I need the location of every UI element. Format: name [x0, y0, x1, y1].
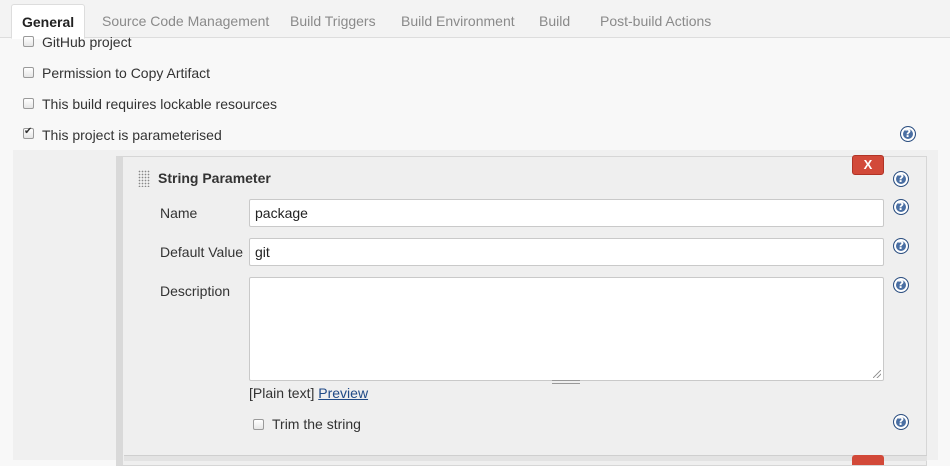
permission-copy-artifact-label: Permission to Copy Artifact — [42, 65, 211, 81]
lockable-resources-label: This build requires lockable resources — [42, 96, 277, 112]
tab-build-triggers[interactable]: Build Triggers — [290, 0, 376, 38]
trim-string-help-icon[interactable]: ? — [893, 414, 909, 430]
description-help-icon[interactable]: ? — [893, 277, 909, 293]
textarea-drag-grip-icon[interactable] — [552, 380, 580, 384]
preview-link[interactable]: Preview — [318, 385, 368, 401]
trim-string-checkbox[interactable] — [253, 419, 264, 430]
name-input[interactable]: package — [249, 199, 884, 227]
parameter-type-title: String Parameter — [158, 170, 271, 186]
plain-text-label: [Plain text] — [249, 385, 315, 401]
parameterised-checkbox[interactable] — [23, 126, 34, 139]
description-format-note: [Plain text] Preview — [249, 385, 368, 401]
resize-handle-icon[interactable] — [873, 370, 881, 378]
github-project-label: GitHub project — [42, 34, 132, 50]
tab-build[interactable]: Build — [539, 0, 570, 38]
permission-copy-artifact-checkbox[interactable] — [23, 67, 34, 78]
default-value-label: Default Value — [160, 244, 244, 260]
trim-string-label: Trim the string — [272, 416, 361, 432]
default-value-input[interactable]: git — [249, 238, 884, 266]
next-parameter-block-edge — [124, 455, 927, 461]
tab-source-code-management[interactable]: Source Code Management — [102, 0, 269, 38]
tab-build-environment[interactable]: Build Environment — [401, 0, 515, 38]
parameterised-help-icon[interactable]: ? — [900, 126, 916, 142]
string-parameter-help-icon[interactable]: ? — [893, 171, 909, 187]
config-tab-bar: General Source Code Management Build Tri… — [0, 0, 950, 39]
next-delete-parameter-button[interactable] — [852, 455, 884, 465]
tab-post-build-actions[interactable]: Post-build Actions — [600, 0, 711, 38]
name-label: Name — [160, 205, 198, 221]
description-label: Description — [160, 283, 231, 299]
default-value-help-icon[interactable]: ? — [893, 238, 909, 254]
drag-handle-icon[interactable] — [138, 170, 150, 187]
github-project-checkbox[interactable] — [23, 36, 34, 47]
description-textarea[interactable] — [249, 277, 884, 381]
lockable-resources-checkbox[interactable] — [23, 98, 34, 109]
parameterised-label: This project is parameterised — [42, 127, 222, 143]
name-help-icon[interactable]: ? — [893, 199, 909, 215]
delete-parameter-button[interactable]: X — [852, 155, 884, 175]
